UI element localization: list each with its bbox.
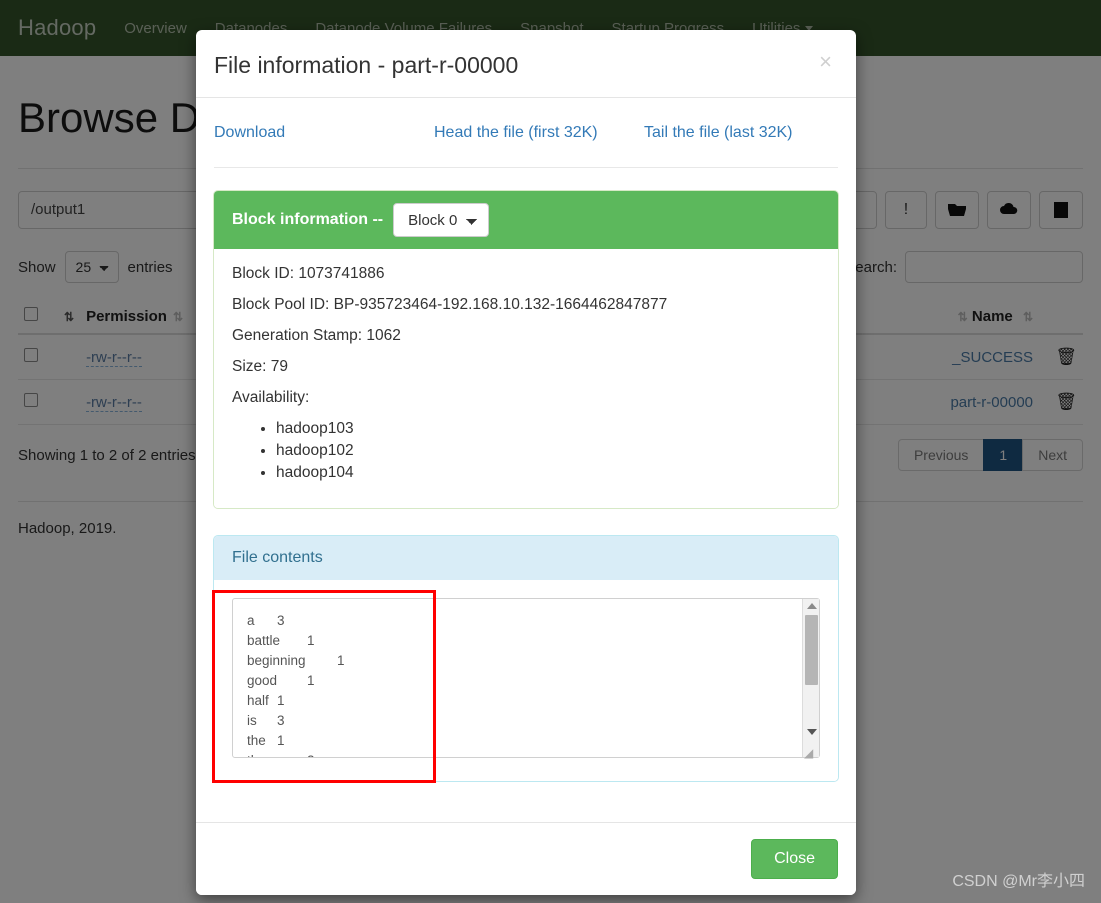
generation-stamp-text: Generation Stamp: 1062 xyxy=(232,327,401,344)
file-contents-textarea-wrap: a 3 battle 1 beginning 1 good 1 half 1 i… xyxy=(232,598,820,763)
textarea-scrollbar[interactable] xyxy=(802,599,819,757)
block-information-panel: Block information -- Block 0 Block ID: 1… xyxy=(213,190,839,509)
scroll-down-icon[interactable] xyxy=(807,729,817,735)
modal-title: File information - part-r-00000 xyxy=(214,52,519,78)
list-item: hadoop102 xyxy=(276,442,820,460)
download-link[interactable]: Download xyxy=(214,124,434,142)
list-item: hadoop103 xyxy=(276,420,820,438)
file-action-links: Download Head the file (first 32K) Tail … xyxy=(196,98,856,142)
file-information-modal: File information - part-r-00000 × Downlo… xyxy=(196,30,856,895)
availability-label: Availability: xyxy=(232,389,310,406)
block-information-label: Block information -- xyxy=(232,211,384,228)
modal-footer: Close xyxy=(196,822,856,895)
close-button[interactable]: Close xyxy=(751,839,838,879)
file-contents-body: a 3 battle 1 beginning 1 good 1 half 1 i… xyxy=(214,580,838,781)
scroll-up-icon[interactable] xyxy=(807,603,817,609)
block-select[interactable]: Block 0 xyxy=(393,203,490,237)
block-panel-header: Block information -- Block 0 xyxy=(214,191,838,249)
close-icon[interactable]: × xyxy=(813,50,838,74)
page-root: Hadoop Overview Datanodes Datanode Volum… xyxy=(0,0,1101,903)
file-contents-header: File contents xyxy=(214,536,838,580)
block-panel-body: Block ID: 1073741886 Block Pool ID: BP-9… xyxy=(214,249,838,508)
links-divider xyxy=(214,167,838,168)
watermark: CSDN @Mr李小四 xyxy=(952,873,1085,890)
size-text: Size: 79 xyxy=(232,358,289,375)
list-item: hadoop104 xyxy=(276,464,820,482)
tail-file-link[interactable]: Tail the file (last 32K) xyxy=(644,124,793,142)
availability-list: hadoop103 hadoop102 hadoop104 xyxy=(232,420,820,482)
block-pool-id-text: Block Pool ID: BP-935723464-192.168.10.1… xyxy=(232,296,668,313)
modal-header: File information - part-r-00000 × xyxy=(196,30,856,98)
block-id-text: Block ID: 1073741886 xyxy=(232,265,385,282)
head-file-link[interactable]: Head the file (first 32K) xyxy=(434,124,644,142)
file-contents-textarea[interactable]: a 3 battle 1 beginning 1 good 1 half 1 i… xyxy=(232,598,820,758)
scrollbar-thumb[interactable] xyxy=(805,615,818,685)
resize-handle-icon[interactable]: ◢ xyxy=(804,747,818,761)
file-contents-panel: File contents a 3 battle 1 beginning 1 g… xyxy=(213,535,839,782)
